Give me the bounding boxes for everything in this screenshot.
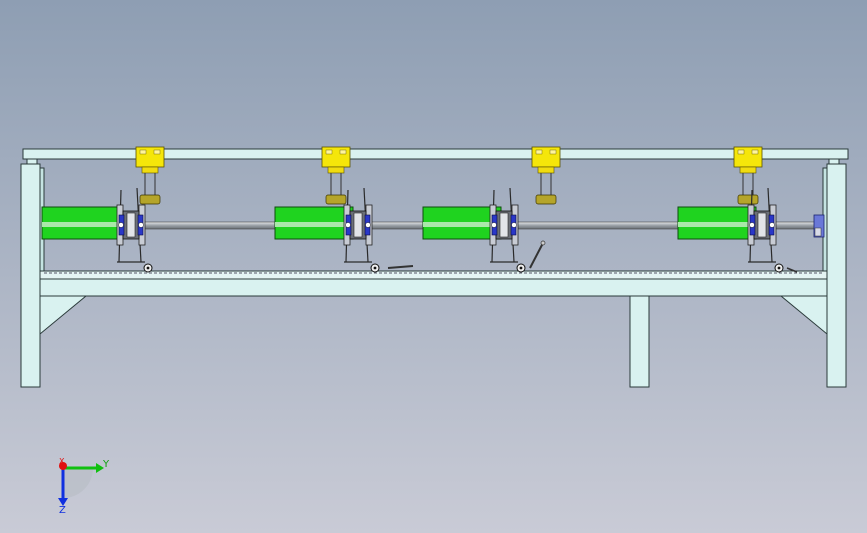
olive-cylinder-4[interactable] <box>737 194 759 205</box>
x-axis-label: X <box>59 457 65 466</box>
olive-cylinder-1[interactable] <box>139 194 161 205</box>
hub-assembly-1[interactable] <box>116 204 146 246</box>
viewport-background <box>0 0 867 533</box>
olive-cylinder-3[interactable] <box>535 194 557 205</box>
cad-viewport[interactable]: Y Z X <box>0 0 867 533</box>
olive-cylinder-2[interactable] <box>325 194 347 205</box>
left-leg[interactable] <box>20 163 41 388</box>
hub-assembly-3[interactable] <box>489 204 519 246</box>
hub-assembly-4[interactable] <box>747 204 777 246</box>
right-end-bearing[interactable] <box>813 214 825 238</box>
right-leg[interactable] <box>826 163 847 388</box>
hub-assembly-2[interactable] <box>343 204 373 246</box>
bed-beam[interactable] <box>39 278 828 297</box>
y-axis-label: Y <box>102 459 110 470</box>
z-axis-label: Z <box>59 505 66 516</box>
model-canvas[interactable]: Y Z X <box>0 0 867 533</box>
center-leg[interactable] <box>629 295 650 388</box>
bed-top-plate <box>39 270 828 280</box>
